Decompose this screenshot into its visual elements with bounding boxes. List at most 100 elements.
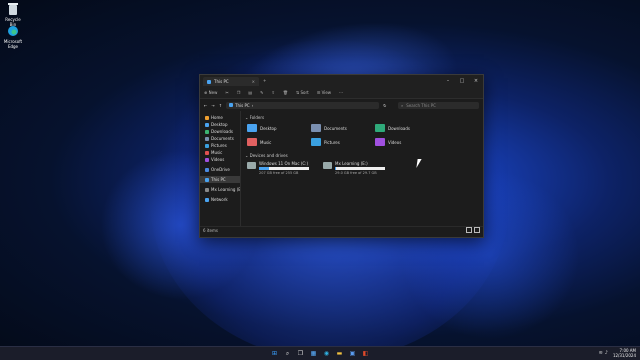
sidebar-item[interactable]: Pictures	[200, 142, 240, 149]
folder-tile[interactable]: Documents	[311, 123, 375, 133]
drives-section-header[interactable]: ⌄ Devices and drives	[245, 153, 479, 158]
store-icon[interactable]: ▣	[348, 349, 357, 358]
sidebar-item[interactable]: Documents	[200, 135, 240, 142]
sidebar-item-label: Downloads	[211, 129, 233, 134]
address-bar[interactable]: This PC ›	[226, 101, 380, 109]
sidebar-item-label: Documents	[211, 136, 234, 141]
sidebar-item-icon	[205, 136, 209, 141]
sidebar-item[interactable]: Downloads	[200, 128, 240, 135]
folders-header-label: Folders	[249, 115, 265, 120]
folder-label: Pictures	[324, 139, 340, 145]
file-explorer-window: This PC × + – □ × ⊕ New ✂ ❐ ▤ ✎ ⇪ 🗑 ⇅ So…	[199, 74, 484, 238]
refresh-icon[interactable]: ↻	[383, 103, 386, 108]
new-button[interactable]: ⊕ New	[204, 90, 217, 95]
sidebar-item-label: OneDrive	[211, 167, 230, 172]
close-tab-icon[interactable]: ×	[252, 79, 255, 84]
view-button[interactable]: ☰ View	[317, 90, 331, 95]
drive-icon	[247, 162, 256, 169]
sidebar-item[interactable]: Home	[200, 114, 240, 121]
status-bar: 6 items	[200, 226, 483, 233]
edge-icon[interactable]: ◉	[322, 349, 331, 358]
drive-tile[interactable]: Windows 11 On Mac (C:) 207 GB free of 255…	[247, 161, 309, 175]
navigation-pane: Home Desktop Downloads Documents Pictures Mus…	[200, 111, 241, 226]
content-pane: ⌄ Folders Desktop Documents Downloads Music…	[241, 111, 483, 226]
chevron-right-icon: ›	[251, 102, 254, 108]
new-label: New	[208, 89, 218, 95]
sidebar-item[interactable]: Desktop	[200, 121, 240, 128]
system-tray[interactable]: ≋♪	[599, 350, 610, 356]
sidebar-item-icon	[205, 150, 209, 155]
sidebar-item[interactable]: This PC	[200, 176, 240, 183]
folder-tile[interactable]: Downloads	[375, 123, 439, 133]
drives-list: Windows 11 On Mac (C:) 207 GB free of 255…	[247, 161, 479, 175]
tab-this-pc[interactable]: This PC ×	[203, 77, 259, 86]
folder-tile[interactable]: Videos	[375, 137, 439, 147]
file-explorer-icon[interactable]: ▬	[335, 349, 344, 358]
tab-label: This PC	[214, 79, 229, 84]
delete-icon[interactable]: 🗑	[283, 90, 288, 95]
new-tab-icon[interactable]: +	[263, 78, 266, 83]
sidebar-item[interactable]: Network	[200, 196, 240, 203]
widgets-icon[interactable]: ▦	[309, 349, 318, 358]
drive-tile[interactable]: Mx Learning (E:) 29.0 GB free of 29.7 GB	[323, 161, 385, 175]
sidebar-item[interactable]: Mx Learning (E:)	[200, 186, 240, 193]
up-icon[interactable]: ↑	[219, 103, 222, 108]
volume-icon[interactable]: ♪	[605, 350, 610, 356]
folder-tile[interactable]: Pictures	[311, 137, 375, 147]
folder-icon	[311, 124, 321, 132]
sort-button[interactable]: ⇅ Sort	[296, 90, 309, 95]
view-label: View	[321, 89, 332, 95]
sidebar-item-icon	[205, 129, 209, 134]
sidebar-item[interactable]: Music	[200, 149, 240, 156]
close-button[interactable]: ×	[469, 78, 483, 84]
windows-icon[interactable]: ⊞	[270, 349, 279, 358]
drive-usage-bar	[335, 167, 385, 170]
back-icon[interactable]: ←	[204, 103, 207, 108]
sidebar-item-icon	[205, 115, 209, 120]
search-placeholder: Search This PC	[406, 102, 436, 108]
folder-tile[interactable]: Music	[247, 137, 311, 147]
sidebar-item-label: Desktop	[211, 122, 228, 127]
sidebar-item[interactable]: Videos	[200, 156, 240, 163]
drive-free-space: 207 GB free of 255 GB	[259, 171, 299, 175]
address-row: ← → ↑ This PC › ↻ ⌕ Search This PC	[200, 99, 483, 111]
forward-icon[interactable]: →	[211, 103, 214, 108]
maximize-button[interactable]: □	[455, 78, 469, 84]
folder-tile[interactable]: Desktop	[247, 123, 311, 133]
desktop-icon-label: Microsoft Edge	[3, 39, 23, 49]
share-icon[interactable]: ⇪	[271, 90, 274, 95]
task-view-icon[interactable]: ❐	[296, 349, 305, 358]
paste-icon[interactable]: ▤	[248, 90, 252, 95]
rename-icon[interactable]: ✎	[260, 90, 263, 95]
desktop-icon-recycle-bin[interactable]: Recycle Bin	[2, 3, 24, 27]
clock[interactable]: 7:00 AM 12/31/2024	[613, 348, 636, 358]
search-icon[interactable]: ⌕	[283, 349, 292, 358]
folder-icon	[311, 138, 321, 146]
sidebar-item[interactable]: OneDrive	[200, 166, 240, 173]
drive-name: Mx Learning (E:)	[335, 161, 368, 166]
details-view-icon[interactable]	[466, 227, 472, 233]
sidebar-item-label: Home	[211, 115, 223, 120]
folder-label: Downloads	[388, 125, 410, 131]
desktop-icon-edge[interactable]: Microsoft Edge	[2, 25, 24, 49]
sidebar-item-label: Pictures	[211, 143, 227, 148]
drive-free-space: 29.0 GB free of 29.7 GB	[335, 171, 377, 175]
sidebar-item-label: This PC	[211, 177, 226, 182]
sidebar-item-label: Mx Learning (E:)	[211, 187, 240, 192]
folders-section-header[interactable]: ⌄ Folders	[245, 115, 479, 120]
more-button[interactable]: ···	[339, 90, 343, 95]
minimize-button[interactable]: –	[441, 78, 455, 84]
breadcrumb-this-pc[interactable]: This PC	[235, 103, 250, 108]
drive-usage-fill	[259, 167, 269, 170]
search-icon: ⌕	[401, 102, 404, 108]
cut-icon[interactable]: ✂	[225, 90, 228, 95]
tiles-view-icon[interactable]	[474, 227, 480, 233]
sidebar-item-icon	[205, 167, 209, 172]
copy-icon[interactable]: ❐	[237, 90, 241, 95]
sidebar-item-icon	[205, 157, 209, 162]
folder-icon	[375, 124, 385, 132]
office-icon[interactable]: ◧	[361, 349, 370, 358]
search-input[interactable]: ⌕ Search This PC	[398, 101, 479, 109]
folder-label: Music	[260, 139, 272, 145]
command-bar: ⊕ New ✂ ❐ ▤ ✎ ⇪ 🗑 ⇅ Sort ☰ View ···	[200, 86, 483, 99]
